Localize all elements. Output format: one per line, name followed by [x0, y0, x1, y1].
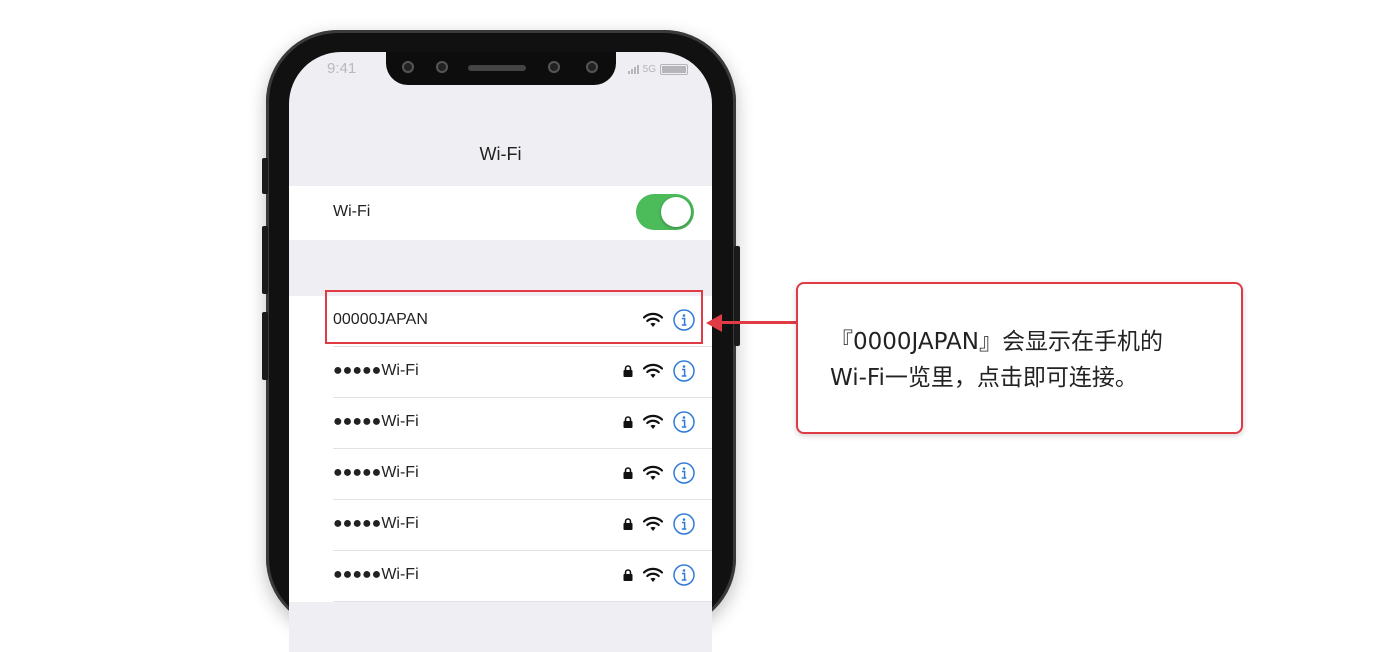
- callout-arrow-line: [720, 321, 798, 324]
- lock-icon: [623, 365, 633, 377]
- lock-icon: [623, 416, 633, 428]
- network-name: ●●●●●Wi-Fi: [333, 464, 419, 481]
- phone-screen: 9:41 5G Wi-Fi Wi-Fi 00000JAPAN ●●●●●Wi-Fi…: [289, 52, 712, 652]
- side-button-power: [734, 246, 740, 346]
- info-icon[interactable]: [673, 462, 695, 484]
- network-name: ●●●●●Wi-Fi: [333, 515, 419, 532]
- notch: [386, 52, 616, 85]
- info-icon[interactable]: [673, 411, 695, 433]
- info-icon[interactable]: [673, 360, 695, 382]
- callout-line-2: Wi-Fi一览里，点击即可连接。: [830, 365, 1138, 391]
- network-type: 5G: [642, 64, 656, 75]
- info-icon[interactable]: [673, 564, 695, 586]
- status-time: 9:41: [327, 60, 357, 77]
- network-icons: [623, 462, 695, 484]
- network-row[interactable]: ●●●●●Wi-Fi: [333, 398, 712, 449]
- wifi-switch[interactable]: [636, 194, 694, 230]
- proximity-sensor-icon: [586, 61, 598, 73]
- camera-icon: [402, 61, 414, 73]
- callout-line-1: 『0000JAPAN』会显示在手机的: [830, 329, 1163, 355]
- side-button-volume-down: [262, 312, 268, 380]
- network-icons: [623, 360, 695, 382]
- wifi-signal-icon: [643, 567, 663, 583]
- info-icon[interactable]: [673, 513, 695, 535]
- network-icons: [623, 411, 695, 433]
- highlight-box: [325, 290, 703, 344]
- wifi-signal-icon: [643, 363, 663, 379]
- wifi-signal-icon: [643, 465, 663, 481]
- lock-icon: [623, 569, 633, 581]
- network-name: ●●●●●Wi-Fi: [333, 413, 419, 430]
- signal-icon: [627, 65, 639, 74]
- battery-icon: [660, 64, 688, 75]
- callout-text: 『0000JAPAN』会显示在手机的 Wi-Fi一览里，点击即可连接。: [830, 324, 1163, 396]
- side-button-volume-up: [262, 226, 268, 294]
- wifi-toggle-row: Wi-Fi: [289, 186, 712, 240]
- page-title: Wi-Fi: [479, 144, 522, 164]
- network-row[interactable]: ●●●●●Wi-Fi: [333, 551, 712, 602]
- wifi-toggle-label: Wi-Fi: [333, 203, 371, 220]
- front-camera-icon: [548, 61, 560, 73]
- wifi-signal-icon: [643, 414, 663, 430]
- network-icons: [623, 513, 695, 535]
- lock-icon: [623, 467, 633, 479]
- wifi-signal-icon: [643, 516, 663, 532]
- arrow-left-icon: [706, 314, 722, 332]
- network-row[interactable]: ●●●●●Wi-Fi: [333, 347, 712, 398]
- callout-box: 『0000JAPAN』会显示在手机的 Wi-Fi一览里，点击即可连接。: [796, 282, 1243, 434]
- network-icons: [623, 564, 695, 586]
- network-name: ●●●●●Wi-Fi: [333, 566, 419, 583]
- switch-knob: [661, 197, 691, 227]
- network-row[interactable]: ●●●●●Wi-Fi: [333, 449, 712, 500]
- network-row[interactable]: ●●●●●Wi-Fi: [333, 500, 712, 551]
- status-indicators: 5G: [627, 64, 688, 75]
- sensor-icon: [436, 61, 448, 73]
- side-button-mute: [262, 158, 268, 194]
- lock-icon: [623, 518, 633, 530]
- network-name: ●●●●●Wi-Fi: [333, 362, 419, 379]
- speaker-grille: [468, 65, 526, 71]
